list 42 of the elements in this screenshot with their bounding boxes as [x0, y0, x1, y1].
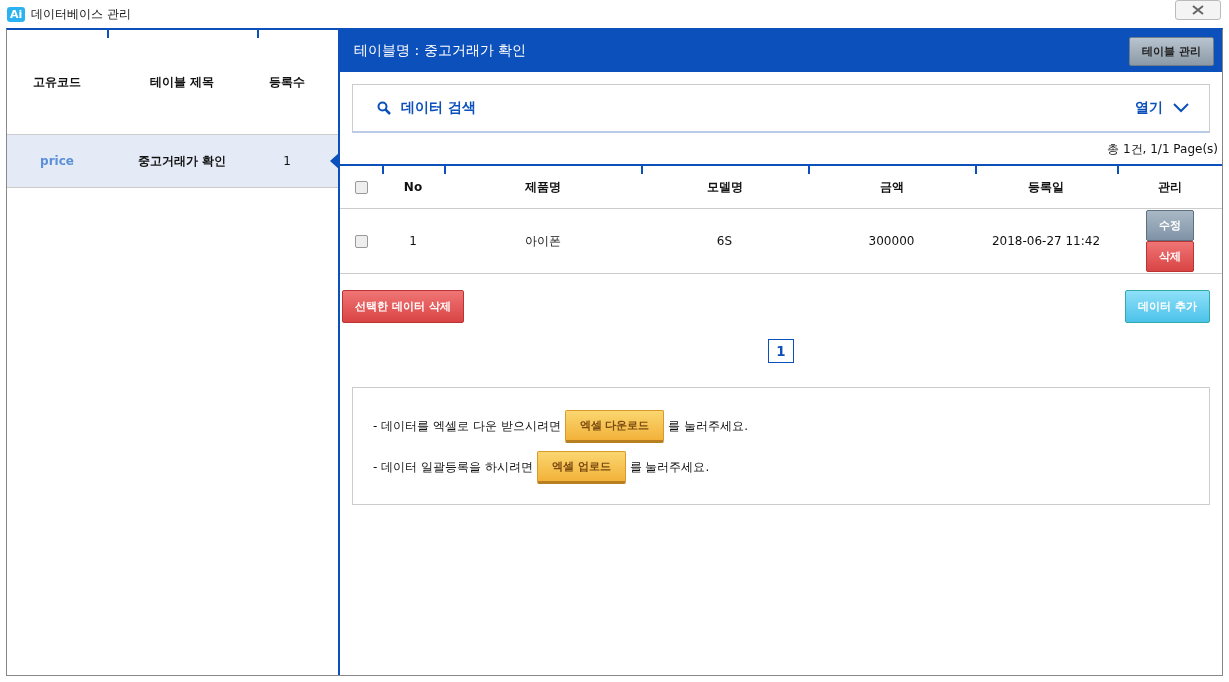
- column-header: 모델명: [706, 179, 743, 194]
- table-cell: 2018-06-27 11:42: [991, 234, 1101, 248]
- instruction-text: - 데이터를 엑셀로 다운 받으시려면: [373, 418, 561, 435]
- toggle-label: 열기: [1135, 99, 1163, 117]
- table-manage-button[interactable]: 테이블 관리: [1129, 36, 1214, 66]
- column-header: 제품명: [524, 179, 561, 194]
- close-icon: [1192, 5, 1204, 15]
- excel-button[interactable]: 엑셀 다운로드: [564, 410, 665, 443]
- instruction-text: 를 눌러주세요.: [668, 418, 749, 435]
- page-summary: 총 1건, 1/1 Page(s): [1107, 142, 1218, 156]
- table-cell: 아이폰: [524, 233, 561, 248]
- column-header: 관리: [1157, 179, 1182, 194]
- page-button[interactable]: 1: [768, 339, 794, 363]
- column-header: 금액: [879, 179, 904, 194]
- search-panel[interactable]: 데이터 검색 열기: [352, 84, 1210, 133]
- column-header: 고유코드: [32, 73, 82, 91]
- record-count: 1: [282, 154, 292, 168]
- table-cell: 6S: [716, 234, 733, 248]
- table-name-title: 테이블명 : 중고거래가 확인: [354, 42, 527, 60]
- window-title: 데이터베이스 관리: [31, 5, 132, 23]
- search-label: 데이터 검색: [401, 99, 476, 117]
- excel-button[interactable]: 엑셀 업로드: [536, 451, 626, 484]
- search-icon: [377, 101, 391, 115]
- select-all-checkbox[interactable]: [354, 181, 368, 194]
- column-header: 등록일: [1028, 179, 1064, 194]
- column-header: No: [403, 180, 423, 194]
- column-header: 등록수: [268, 73, 306, 91]
- chevron-icon: [1173, 103, 1189, 113]
- edit-button[interactable]: 수정: [1145, 210, 1194, 241]
- table-list-item[interactable]: price 중고거래가 확인 1: [7, 135, 338, 188]
- instruction-text: 를 눌러주세요.: [629, 459, 710, 476]
- table-title: 중고거래가 확인: [136, 152, 228, 170]
- column-header: 테이블 제목: [148, 73, 216, 91]
- table-cell: 1: [409, 234, 417, 248]
- row-checkbox[interactable]: [354, 235, 368, 248]
- delete-button[interactable]: 삭제: [1145, 241, 1194, 272]
- instruction-text: - 데이터 일괄등록을 하시려면: [373, 459, 533, 476]
- close-button[interactable]: [1175, 0, 1221, 20]
- delete-selected-button[interactable]: 선택한 데이터 삭제: [342, 290, 464, 323]
- table-cell: 300000: [868, 234, 915, 248]
- table-code: price: [39, 154, 75, 168]
- app-logo-icon: Ai: [7, 6, 26, 22]
